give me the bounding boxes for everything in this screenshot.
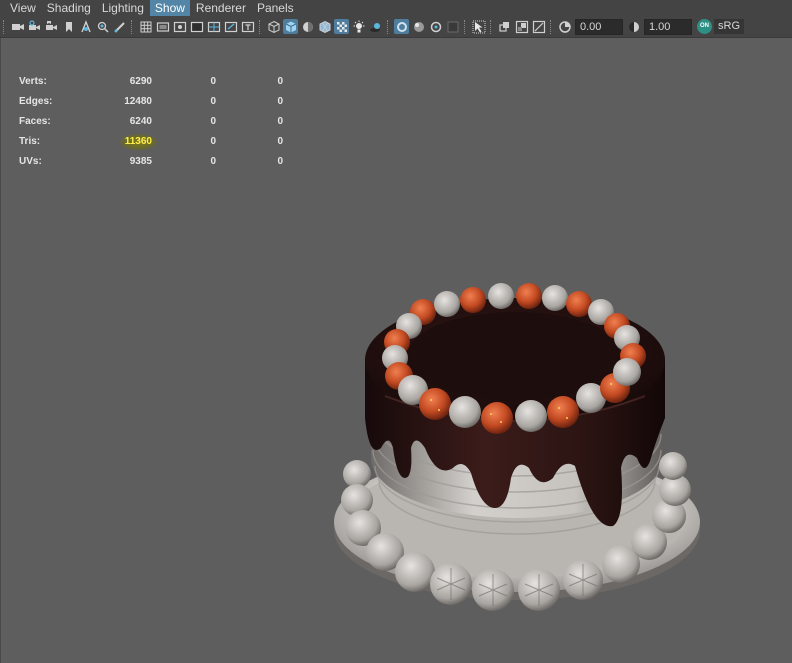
menu-renderer[interactable]: Renderer	[191, 0, 251, 16]
panel-menubar: View Shading Lighting Show Renderer Pane…	[0, 0, 792, 16]
hud-value: 0	[210, 76, 216, 87]
hud-label: Verts:	[19, 76, 47, 87]
safe-title-icon[interactable]	[240, 19, 255, 34]
panel-toolbar: ON sRG	[0, 16, 792, 38]
menu-lighting[interactable]: Lighting	[97, 0, 149, 16]
hud-value: 6240	[129, 116, 152, 127]
color-management-toggle[interactable]: ON	[697, 19, 712, 34]
poly-count-hud: Verts: 6290 0 0 Edges: 12480 0 0 Faces: …	[19, 76, 283, 176]
menu-shading[interactable]: Shading	[42, 0, 96, 16]
hud-row-verts: Verts: 6290 0 0	[19, 76, 283, 96]
toolbar-separator	[490, 19, 493, 34]
toolbar-separator	[464, 19, 467, 34]
image-plane-icon[interactable]	[78, 19, 93, 34]
gamma-icon[interactable]	[626, 19, 641, 34]
3d-viewport[interactable]: Verts: 6290 0 0 Edges: 12480 0 0 Faces: …	[0, 38, 792, 663]
use-all-lights-icon[interactable]	[351, 19, 366, 34]
exposure-icon[interactable]	[557, 19, 572, 34]
xray-icon[interactable]	[394, 19, 409, 34]
hud-row-tris: Tris: 11360 0 0	[19, 134, 283, 156]
wireframe-on-shaded-icon[interactable]	[317, 19, 332, 34]
hud-value: 0	[277, 96, 283, 107]
hud-value: 0	[277, 116, 283, 127]
hud-label: Tris:	[19, 136, 41, 147]
hud-row-uvs: UVs: 9385 0 0	[19, 156, 283, 176]
toolbar-separator	[550, 19, 553, 34]
backface-culling-icon[interactable]	[531, 19, 546, 34]
grid-icon[interactable]	[138, 19, 153, 34]
hud-value: 0	[277, 76, 283, 87]
gamma-field[interactable]	[644, 18, 692, 35]
hud-value: 0	[210, 136, 216, 147]
film-gate-icon[interactable]	[155, 19, 170, 34]
xray-active-components-icon[interactable]	[428, 19, 443, 34]
maya-viewport-panel: View Shading Lighting Show Renderer Pane…	[0, 0, 792, 663]
toolbar-separator	[3, 19, 6, 34]
resolution-gate-icon[interactable]	[172, 19, 187, 34]
hud-value: 0	[210, 116, 216, 127]
safe-action-icon[interactable]	[223, 19, 238, 34]
camera-attributes-icon[interactable]	[27, 19, 42, 34]
menu-show[interactable]: Show	[149, 0, 190, 16]
menu-panels[interactable]: Panels	[252, 0, 299, 16]
toolbar-separator	[131, 19, 134, 34]
grease-pencil-icon[interactable]	[112, 19, 127, 34]
shadows-icon[interactable]	[368, 19, 383, 34]
textured-icon[interactable]	[334, 19, 349, 34]
hud-label: UVs:	[19, 156, 42, 167]
isolate-select-icon[interactable]	[471, 19, 486, 34]
hud-value: 0	[277, 156, 283, 167]
xray-joints-icon[interactable]	[411, 19, 426, 34]
bookmark-icon[interactable]	[61, 19, 76, 34]
hud-value: 0	[210, 96, 216, 107]
gate-mask-icon[interactable]	[189, 19, 204, 34]
select-camera-icon[interactable]	[10, 19, 25, 34]
frame-selection-icon[interactable]	[514, 19, 529, 34]
hud-label: Faces:	[19, 116, 51, 127]
bookmark-camera-icon[interactable]	[44, 19, 59, 34]
hud-value: 0	[210, 156, 216, 167]
toolbar-separator	[387, 19, 390, 34]
hud-value: 6290	[129, 76, 152, 87]
hud-row-edges: Edges: 12480 0 0	[19, 96, 283, 116]
smooth-shade-icon[interactable]	[283, 19, 298, 34]
hud-value: 9385	[129, 156, 152, 167]
frame-all-icon[interactable]	[497, 19, 512, 34]
screen-space-ao-icon[interactable]	[445, 19, 460, 34]
hud-value-highlighted: 11360	[119, 134, 157, 150]
wireframe-icon[interactable]	[266, 19, 281, 34]
field-chart-icon[interactable]	[206, 19, 221, 34]
view-transform-dropdown[interactable]: sRG	[714, 19, 744, 34]
menu-view[interactable]: View	[5, 0, 41, 16]
toolbar-separator	[259, 19, 262, 34]
default-material-icon[interactable]	[300, 19, 315, 34]
hud-value: 0	[277, 136, 283, 147]
exposure-field[interactable]	[575, 18, 623, 35]
2d-pan-zoom-icon[interactable]	[95, 19, 110, 34]
hud-label: Edges:	[19, 96, 53, 107]
hud-value: 12480	[124, 96, 152, 107]
hud-row-faces: Faces: 6240 0 0	[19, 116, 283, 136]
